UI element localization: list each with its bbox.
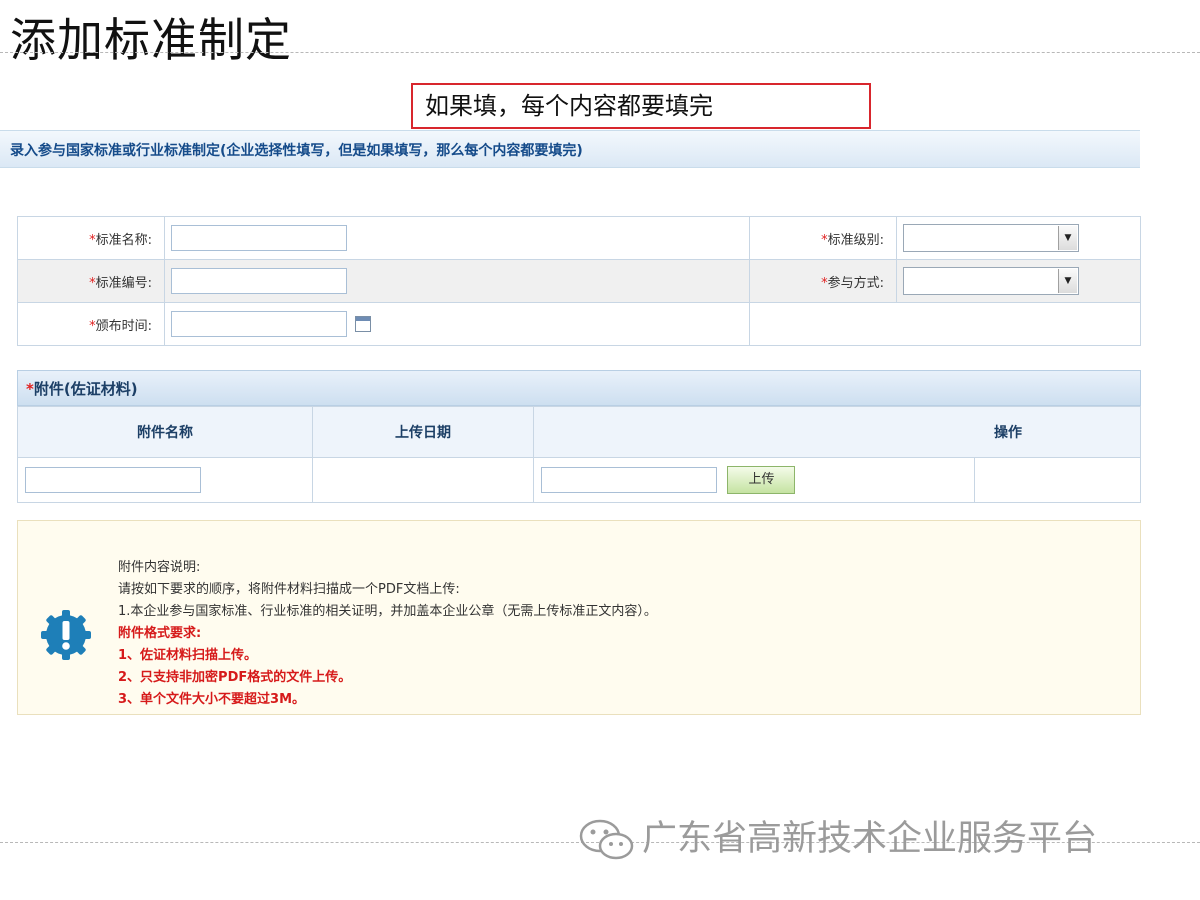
name-label-cell: *标准名称: <box>17 216 165 260</box>
format-rule: 2、只支持非加密PDF格式的文件上传。 <box>118 670 352 685</box>
attachments-title-text: 附件(佐证材料) <box>33 380 138 398</box>
format-rule: 1、佐证材料扫描上传。 <box>118 648 258 663</box>
upload-date-cell <box>312 457 534 503</box>
participation-label-cell: *参与方式: <box>749 259 897 303</box>
callout-box: 如果填，每个内容都要填完 <box>411 83 871 129</box>
notice-box: 附件内容说明: 请按如下要求的顺序，将附件材料扫描成一个PDF文档上传: 1.本… <box>17 520 1141 715</box>
column-header-name: 附件名称 <box>17 406 313 458</box>
format-rule: 3、单个文件大小不要超过3M。 <box>118 692 306 707</box>
name-input-cell <box>164 216 750 260</box>
page-header-text: 录入参与国家标准或行业标准制定(企业选择性填写，但是如果填写，那么每个内容都要填… <box>10 143 583 159</box>
attachment-name-cell <box>17 457 313 503</box>
notice-item: 1.本企业参与国家标准、行业标准的相关证明，并加盖本企业公章（无需上传标准正文内… <box>118 604 657 619</box>
date-input-cell <box>164 302 750 346</box>
level-select-cell: ▼ <box>896 216 1141 260</box>
required-mark: * <box>26 380 34 398</box>
participation-select[interactable]: ▼ <box>903 267 1079 295</box>
upload-cell: 上传 <box>533 457 975 503</box>
date-label: 颁布时间: <box>95 318 152 334</box>
standard-number-input[interactable] <box>171 268 347 294</box>
upload-button[interactable]: 上传 <box>727 466 796 494</box>
exclamation-gear-icon <box>41 610 91 660</box>
top-divider <box>0 52 1200 53</box>
date-label-cell: *颁布时间: <box>17 302 165 346</box>
standard-level-select[interactable]: ▼ <box>903 224 1079 252</box>
participation-select-cell: ▼ <box>896 259 1141 303</box>
level-label: 标准级别: <box>827 232 884 248</box>
action-cell <box>974 457 1141 503</box>
column-header-action: 操作 <box>533 406 1141 458</box>
attachments-section: *附件(佐证材料) 附件名称 上传日期 操作 上传 <box>17 370 1141 503</box>
chevron-down-icon[interactable]: ▼ <box>1058 226 1077 250</box>
number-label: 标准编号: <box>95 275 152 291</box>
participation-label: 参与方式: <box>827 275 884 291</box>
level-label-cell: *标准级别: <box>749 216 897 260</box>
empty-cell <box>749 302 1141 346</box>
attachment-name-input[interactable] <box>25 467 201 493</box>
slide-title: 添加标准制定 <box>10 13 292 67</box>
file-path-input[interactable] <box>541 467 717 493</box>
standard-name-input[interactable] <box>171 225 347 251</box>
watermark-text: 广东省高新技术企业服务平台 <box>642 819 1098 859</box>
attachments-table: 附件名称 上传日期 操作 上传 <box>17 406 1141 503</box>
name-label: 标准名称: <box>95 232 152 248</box>
form-screenshot: 录入参与国家标准或行业标准制定(企业选择性填写，但是如果填写，那么每个内容都要填… <box>0 130 1141 715</box>
page-header: 录入参与国家标准或行业标准制定(企业选择性填写，但是如果填写，那么每个内容都要填… <box>0 130 1140 168</box>
number-label-cell: *标准编号: <box>17 259 165 303</box>
format-heading: 附件格式要求: <box>118 626 202 641</box>
number-input-cell <box>164 259 750 303</box>
watermark: 广东省高新技术企业服务平台 <box>578 814 1097 864</box>
wechat-icon <box>579 819 634 860</box>
notice-heading: 附件内容说明: <box>118 560 201 575</box>
chevron-down-icon[interactable]: ▼ <box>1058 269 1077 293</box>
calendar-icon[interactable] <box>355 316 372 332</box>
notice-instruction: 请按如下要求的顺序，将附件材料扫描成一个PDF文档上传: <box>118 582 460 597</box>
issue-date-input[interactable] <box>171 311 347 337</box>
notice-text: 附件内容说明: 请按如下要求的顺序，将附件材料扫描成一个PDF文档上传: 1.本… <box>118 557 657 711</box>
standard-form: *标准名称: *标准级别: ▼ *标准编号: *参与方式: ▼ *颁布时间: <box>17 216 1141 346</box>
column-header-date: 上传日期 <box>312 406 534 458</box>
attachments-title: *附件(佐证材料) <box>17 370 1141 406</box>
